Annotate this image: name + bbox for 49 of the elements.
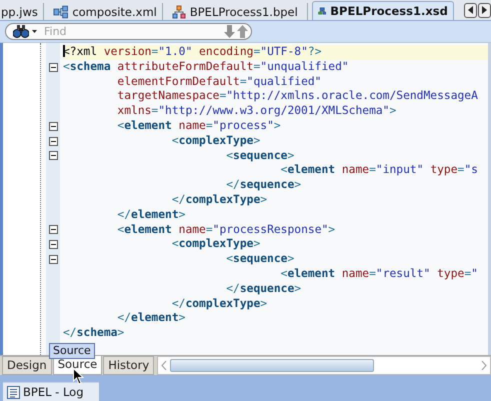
view-tab[interactable]: Design	[2, 356, 52, 375]
find-previous-icon[interactable]	[237, 25, 248, 38]
code-line: xmlns="http://www.w3.org/2001/XMLSchema">	[116, 104, 398, 119]
code-line: </sequence>	[225, 178, 302, 193]
code-line: </element>	[116, 208, 186, 223]
collapse-icon[interactable]	[48, 255, 58, 264]
code-line: </complexType>	[170, 192, 268, 208]
editor-tab[interactable]: composite.xml	[48, 3, 163, 20]
mouse-pointer-icon	[73, 368, 84, 385]
code-line: <complexType>	[170, 237, 262, 252]
view-tab[interactable]: History	[103, 356, 154, 375]
collapse-icon[interactable]	[48, 240, 58, 250]
dropdown-caret-icon[interactable]	[32, 30, 37, 33]
editor-tab[interactable]: pp.jws	[0, 3, 44, 20]
code-line: <sequence>	[225, 252, 296, 267]
tooltip: Source	[49, 343, 95, 359]
collapse-icon[interactable]	[48, 225, 58, 234]
binoculars-icon	[13, 25, 29, 38]
left-arrow-icon	[468, 6, 474, 14]
scroll-left-button[interactable]	[464, 2, 477, 18]
code-line: targetNamespace="http://xmlns.oracle.com/SendMessageA	[116, 89, 479, 104]
collapse-icon[interactable]	[48, 62, 58, 72]
code-line: <element name="result" type="	[280, 266, 479, 282]
code-line: </complexType>	[170, 296, 268, 312]
process-tree-icon	[172, 4, 186, 18]
code-line: <schema attributeFormDefault="unqualified"	[63, 60, 350, 75]
composite-icon	[52, 4, 68, 18]
code-line: <element name="process">	[116, 118, 282, 134]
collapse-icon[interactable]	[48, 136, 58, 146]
code-line: </sequence>	[225, 282, 302, 297]
code-line: elementFormDefault="qualified"	[116, 74, 322, 90]
right-arrow-icon	[482, 6, 488, 14]
code-line: <element name="processResponse">	[116, 222, 336, 238]
horizontal-scrollbar[interactable]	[157, 356, 491, 375]
log-icon	[7, 386, 20, 398]
search-box[interactable]: Find	[5, 23, 252, 40]
code-line: <complexType>	[170, 134, 262, 149]
scrollbar-thumb[interactable]	[170, 359, 374, 372]
collapse-icon[interactable]	[48, 122, 58, 131]
code-line: </element>	[116, 311, 186, 326]
scroll-right-button[interactable]	[478, 2, 491, 18]
log-tab[interactable]: BPEL - Log	[3, 382, 99, 401]
editor-tab[interactable]: BPELProcess1.xsd	[312, 1, 454, 20]
code-line: <sequence>	[225, 148, 296, 164]
code-line: <element name="input" type="s	[280, 163, 479, 178]
collapse-icon[interactable]	[48, 151, 58, 160]
code-line: </schema>	[63, 326, 126, 341]
find-next-icon[interactable]	[224, 25, 235, 38]
editor-tab[interactable]: BPELProcess1.bpel	[166, 3, 308, 20]
